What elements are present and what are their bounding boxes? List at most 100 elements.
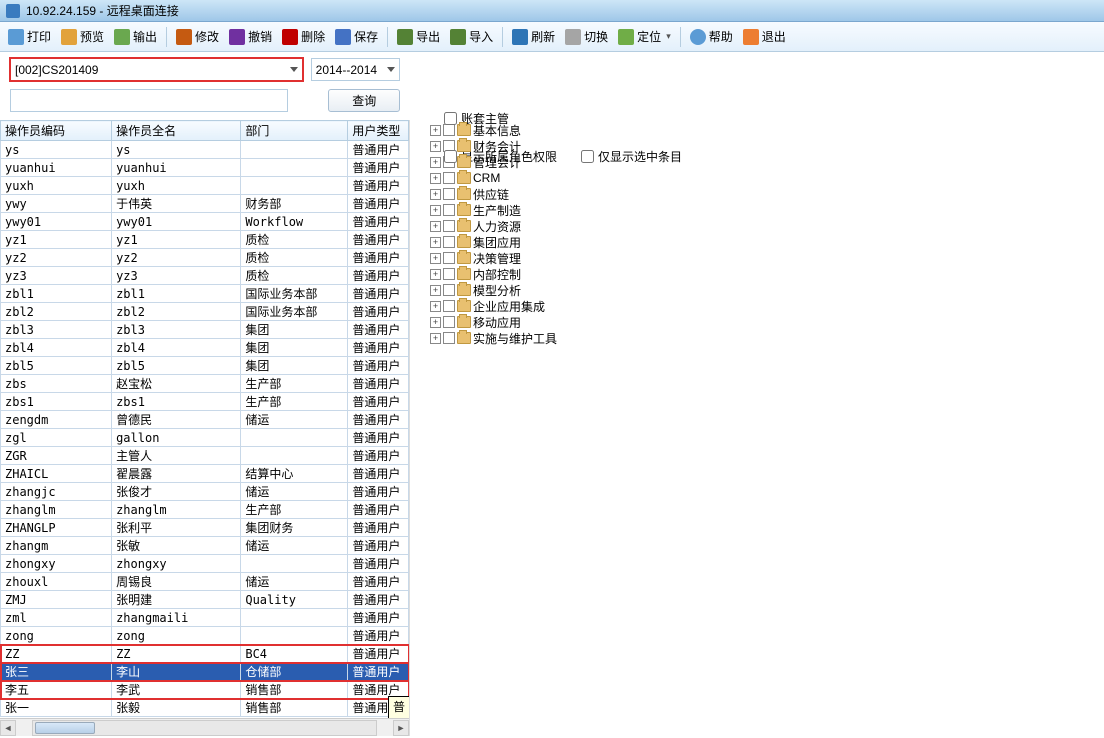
expand-icon[interactable]: + <box>430 333 441 344</box>
cell-code[interactable]: 张一 <box>1 699 112 717</box>
delete-button[interactable]: 删除 <box>278 26 329 47</box>
cell-code[interactable]: ys <box>1 141 112 159</box>
cell-dept[interactable]: 储运 <box>241 537 348 555</box>
table-row[interactable]: ZHANGLP张利平集团财务普通用户 <box>1 519 409 537</box>
cell-code[interactable]: yz3 <box>1 267 112 285</box>
show-selected-only-checkbox[interactable]: 仅显示选中条目 <box>581 148 682 165</box>
cell-dept[interactable]: 质检 <box>241 231 348 249</box>
expand-icon[interactable]: + <box>430 317 441 328</box>
table-row[interactable]: zbl1zbl1国际业务本部普通用户 <box>1 285 409 303</box>
col-code[interactable]: 操作员编码 <box>1 121 112 141</box>
cell-name[interactable]: yz2 <box>112 249 241 267</box>
tree-node[interactable]: +企业应用集成 <box>430 298 1104 314</box>
modify-button[interactable]: 修改 <box>172 26 223 47</box>
cell-type[interactable]: 普通用户 <box>348 555 409 573</box>
table-row[interactable]: zhangjc张俊才储运普通用户 <box>1 483 409 501</box>
year-range-combo[interactable]: 2014--2014 <box>311 58 400 81</box>
tree-checkbox[interactable] <box>443 284 455 296</box>
cell-name[interactable]: yuanhui <box>112 159 241 177</box>
account-set-combo[interactable]: [002]CS201409 <box>10 58 303 81</box>
cell-code[interactable]: ZHANGLP <box>1 519 112 537</box>
expand-icon[interactable]: + <box>430 141 441 152</box>
cell-type[interactable]: 普通用户 <box>348 645 409 663</box>
tree-node[interactable]: +生产制造 <box>430 202 1104 218</box>
table-row[interactable]: yz1yz1质检普通用户 <box>1 231 409 249</box>
cell-dept[interactable]: 销售部 <box>241 699 348 717</box>
table-row[interactable]: zmlzhangmaili普通用户 <box>1 609 409 627</box>
cell-dept[interactable]: 集团财务 <box>241 519 348 537</box>
cell-dept[interactable] <box>241 627 348 645</box>
tree-node[interactable]: +决策管理 <box>430 250 1104 266</box>
cell-type[interactable]: 普通用户 <box>348 303 409 321</box>
cell-dept[interactable] <box>241 609 348 627</box>
cell-name[interactable]: zong <box>112 627 241 645</box>
switch-button[interactable]: 切换 <box>561 26 612 47</box>
cell-type[interactable]: 普通用户 <box>348 141 409 159</box>
cell-type[interactable]: 普通用户 <box>348 519 409 537</box>
table-row[interactable]: 李五李武销售部普通用户 <box>1 681 409 699</box>
cell-name[interactable]: 李山 <box>112 663 241 681</box>
tree-checkbox[interactable] <box>443 236 455 248</box>
cell-name[interactable]: zbs1 <box>112 393 241 411</box>
table-row[interactable]: zbl3zbl3集团普通用户 <box>1 321 409 339</box>
table-row[interactable]: ywy01ywy01Workflow普通用户 <box>1 213 409 231</box>
cell-name[interactable]: 周锡良 <box>112 573 241 591</box>
cell-dept[interactable]: 仓储部 <box>241 663 348 681</box>
cell-name[interactable]: ywy01 <box>112 213 241 231</box>
cell-dept[interactable]: 质检 <box>241 249 348 267</box>
cell-code[interactable]: 李五 <box>1 681 112 699</box>
cell-type[interactable]: 普通用户 <box>348 681 409 699</box>
expand-icon[interactable]: + <box>430 301 441 312</box>
tree-checkbox[interactable] <box>443 316 455 328</box>
table-row[interactable]: yz3yz3质检普通用户 <box>1 267 409 285</box>
cell-code[interactable]: ywy01 <box>1 213 112 231</box>
cell-code[interactable]: zong <box>1 627 112 645</box>
table-row[interactable]: yuanhuiyuanhui 普通用户 <box>1 159 409 177</box>
table-row[interactable]: zhanglmzhanglm生产部普通用户 <box>1 501 409 519</box>
cell-name[interactable]: zhangmaili <box>112 609 241 627</box>
cell-code[interactable]: zbs <box>1 375 112 393</box>
cell-code[interactable]: 张三 <box>1 663 112 681</box>
cell-type[interactable]: 普通用户 <box>348 267 409 285</box>
col-name[interactable]: 操作员全名 <box>112 121 241 141</box>
cell-name[interactable]: 张明建 <box>112 591 241 609</box>
cell-code[interactable]: zhouxl <box>1 573 112 591</box>
tree-node[interactable]: +供应链 <box>430 186 1104 202</box>
cell-code[interactable]: yuanhui <box>1 159 112 177</box>
cell-dept[interactable]: 国际业务本部 <box>241 303 348 321</box>
expand-icon[interactable]: + <box>430 189 441 200</box>
cell-name[interactable]: ZZ <box>112 645 241 663</box>
cell-type[interactable]: 普通用户 <box>348 231 409 249</box>
cell-name[interactable]: 曾德民 <box>112 411 241 429</box>
table-row[interactable]: yuxhyuxh普通用户 <box>1 177 409 195</box>
cell-dept[interactable] <box>241 177 348 195</box>
cell-dept[interactable]: 结算中心 <box>241 465 348 483</box>
expand-icon[interactable]: + <box>430 205 441 216</box>
cell-name[interactable]: yz3 <box>112 267 241 285</box>
cell-name[interactable]: zbl4 <box>112 339 241 357</box>
cell-name[interactable]: 张俊才 <box>112 483 241 501</box>
cell-code[interactable]: zhangjc <box>1 483 112 501</box>
cell-code[interactable]: zengdm <box>1 411 112 429</box>
cell-dept[interactable] <box>241 159 348 177</box>
cell-name[interactable]: gallon <box>112 429 241 447</box>
cell-type[interactable]: 普通用户 <box>348 447 409 465</box>
tree-node[interactable]: +CRM <box>430 170 1104 186</box>
preview-button[interactable]: 预览 <box>57 26 108 47</box>
cell-name[interactable]: zbl3 <box>112 321 241 339</box>
cell-code[interactable]: zgl <box>1 429 112 447</box>
cell-type[interactable]: 普通用户 <box>348 501 409 519</box>
cell-type[interactable]: 普通用户 <box>348 159 409 177</box>
cell-dept[interactable] <box>241 429 348 447</box>
cell-type[interactable]: 普通用户 <box>348 375 409 393</box>
cell-name[interactable]: zbl2 <box>112 303 241 321</box>
tree-checkbox[interactable] <box>443 300 455 312</box>
cell-name[interactable]: 李武 <box>112 681 241 699</box>
scroll-left-arrow[interactable]: ◄ <box>0 720 16 736</box>
horizontal-scrollbar[interactable]: ◄ ► <box>0 718 409 736</box>
cell-code[interactable]: zbl1 <box>1 285 112 303</box>
tree-node[interactable]: +基本信息 <box>430 122 1104 138</box>
table-row[interactable]: zhangm张敏储运普通用户 <box>1 537 409 555</box>
cell-type[interactable]: 普通用户 <box>348 195 409 213</box>
table-row[interactable]: yz2yz2质检普通用户 <box>1 249 409 267</box>
